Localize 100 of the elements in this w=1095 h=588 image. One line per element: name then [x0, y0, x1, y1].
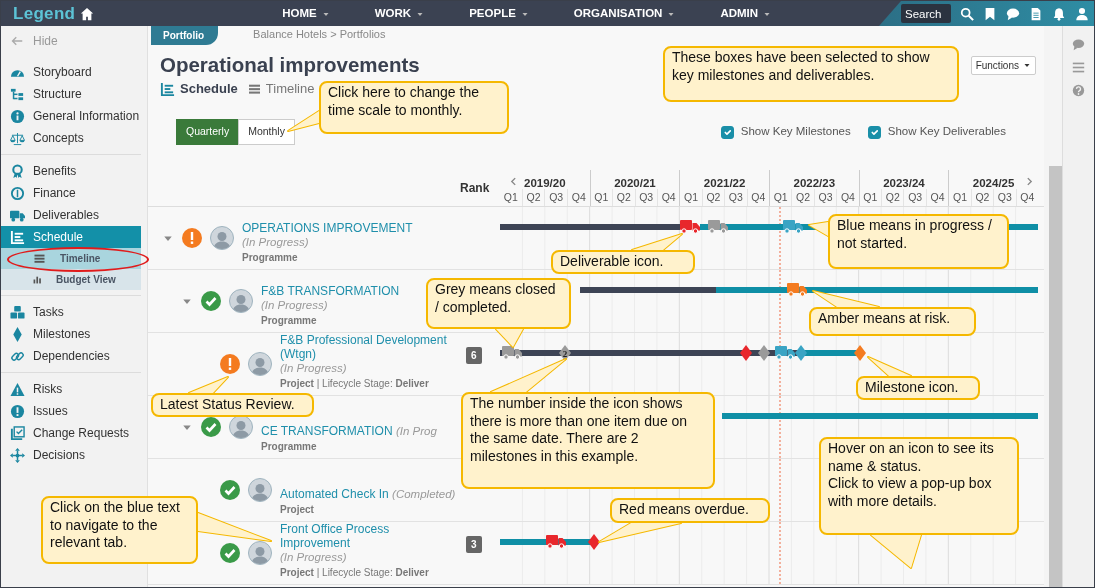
nav-menu-item[interactable]: ORGANISATION — [573, 4, 676, 23]
sidebar-item[interactable]: Concepts — [1, 127, 141, 149]
quarter-label: Q2 — [791, 189, 814, 206]
sidebar-item[interactable]: Change Requests — [1, 422, 141, 444]
truck-icon[interactable] — [708, 220, 728, 234]
view-tab[interactable]: Schedule — [160, 79, 238, 99]
sidebar-item[interactable]: Milestones — [1, 323, 141, 345]
scale-toggle-button[interactable]: Monthly — [238, 119, 295, 145]
diamond-icon[interactable] — [588, 534, 600, 550]
sidebar-item[interactable]: Issues — [1, 400, 141, 422]
item-link[interactable]: F&B Professional Development (Wtgn) — [280, 334, 457, 362]
status-ok-icon[interactable] — [220, 543, 240, 563]
app-logo[interactable]: Legend — [13, 1, 76, 27]
document-icon[interactable] — [1029, 6, 1043, 21]
back-arrow-icon[interactable] — [11, 35, 23, 47]
truck-icon[interactable] — [787, 283, 807, 297]
quarter-label: Q4 — [656, 189, 680, 206]
chevron-left-icon[interactable] — [509, 176, 518, 187]
status-ok-icon[interactable] — [201, 291, 221, 311]
status-ok-icon[interactable] — [220, 480, 240, 500]
lifecycle-stage: | Lifecycle Stage: Deliver — [316, 377, 429, 389]
quarter-label: Q3 — [544, 189, 567, 206]
quarter-label: Q3 — [724, 189, 747, 206]
quarter-label: Q1 — [502, 190, 519, 205]
chat-icon[interactable] — [1006, 6, 1020, 21]
status-warning-icon[interactable] — [220, 354, 240, 374]
sidebar-item[interactable]: Structure — [1, 83, 141, 105]
list-icon[interactable] — [1072, 61, 1085, 74]
annotation-tooltip: Milestone icon. — [854, 355, 982, 402]
scale-toggle-button[interactable]: Quarterly — [176, 119, 240, 145]
diamond-icon[interactable] — [758, 345, 770, 361]
nav-menu-item[interactable]: HOME — [282, 4, 330, 23]
schedule-icon — [160, 81, 175, 97]
status-ok-icon[interactable] — [201, 417, 221, 437]
checkbox[interactable] — [720, 125, 734, 139]
truck-icon[interactable] — [680, 220, 700, 234]
list-icon — [33, 253, 46, 264]
cubes-icon — [10, 304, 25, 320]
diamond-icon[interactable] — [740, 345, 752, 361]
truck-icon[interactable] — [775, 346, 795, 360]
search-icon[interactable] — [960, 6, 974, 21]
truck-icon[interactable] — [502, 346, 522, 360]
nav-menu-item[interactable]: PEOPLE — [469, 4, 529, 23]
nav-menu-item[interactable]: ADMIN — [720, 4, 772, 23]
annotation-tooltip: These boxes have been selected to show key milestones and deliverables. — [661, 44, 961, 104]
status-text: (In Progress) — [280, 361, 347, 375]
chat-icon[interactable] — [1072, 38, 1085, 51]
sidebar-subitem[interactable]: Budget View — [1, 269, 141, 290]
avatar — [248, 478, 272, 502]
sidebar-item[interactable]: General Information — [1, 105, 141, 127]
item-link[interactable]: Automated Check In — [280, 487, 389, 502]
status-text: (In Progress) — [242, 235, 309, 249]
sidebar-item[interactable]: Tasks — [1, 301, 141, 323]
search-field[interactable]: Search — [901, 4, 951, 23]
checklist-icon — [10, 425, 25, 441]
item-link[interactable]: F&B TRANSFORMATION — [261, 284, 400, 299]
sidebar-item[interactable]: Risks — [1, 378, 141, 400]
caret-icon — [1023, 61, 1031, 69]
truck-icon[interactable] — [783, 220, 803, 234]
scrollbar-thumb[interactable] — [1049, 166, 1062, 587]
sidebar-item[interactable]: Decisions — [1, 444, 141, 466]
item-link[interactable]: Front Office Process Improvement — [280, 523, 457, 551]
item-type: Programme — [242, 251, 298, 263]
help-icon[interactable] — [1072, 84, 1085, 97]
item-link[interactable]: OPERATIONS IMPROVEMENT — [242, 221, 413, 236]
sidebar-item[interactable]: Finance — [1, 182, 141, 204]
list-icon — [247, 83, 261, 95]
avatar — [210, 226, 234, 250]
section-tab[interactable]: Portfolio — [151, 26, 219, 45]
bookmark-icon[interactable] — [983, 6, 997, 21]
scales-icon — [10, 130, 25, 146]
truck-icon[interactable] — [546, 535, 566, 549]
page-title: Operational improvements — [160, 52, 420, 78]
view-tab[interactable]: Timeline — [247, 79, 315, 99]
bar-chart-icon — [33, 275, 42, 284]
status-warning-icon[interactable] — [182, 228, 202, 248]
home-icon[interactable] — [80, 6, 95, 21]
quarter-label: Q4 — [567, 189, 590, 206]
sidebar-item[interactable]: Benefits — [1, 160, 141, 182]
nav-menu-item[interactable]: WORK — [374, 4, 425, 23]
status-text: (Completed) — [392, 487, 456, 501]
chevron-right-icon[interactable] — [1025, 176, 1034, 187]
user-icon[interactable] — [1075, 6, 1089, 21]
sidebar-item[interactable]: Deliverables — [1, 204, 141, 226]
info-icon — [10, 108, 25, 124]
functions-button[interactable]: Functions — [970, 55, 1036, 75]
status-text: (In Prog — [395, 424, 437, 438]
four-arrows-icon — [10, 447, 25, 463]
checkbox[interactable] — [867, 125, 881, 139]
annotation-tooltip: Deliverable icon. — [549, 232, 697, 276]
item-link[interactable]: CE TRANSFORMATION — [261, 424, 393, 439]
diamond-icon — [10, 326, 25, 342]
quarter-label: Q1 — [772, 190, 789, 205]
sidebar-item[interactable]: Schedule — [1, 226, 141, 248]
sidebar-item[interactable]: Dependencies — [1, 345, 141, 367]
bell-icon[interactable] — [1052, 6, 1066, 21]
sidebar-item[interactable]: Storyboard — [1, 61, 141, 83]
sidebar-subitem[interactable]: Timeline — [1, 248, 141, 269]
item-type: Programme — [261, 314, 317, 326]
item-type: Project — [280, 503, 314, 515]
